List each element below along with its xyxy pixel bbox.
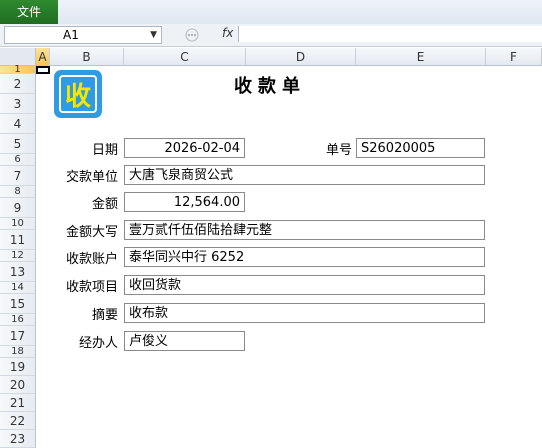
- date-field[interactable]: 2026-02-04: [124, 138, 245, 158]
- formula-input[interactable]: [238, 26, 542, 42]
- row-header-7[interactable]: 7: [0, 166, 36, 186]
- amount-label: 金额: [91, 197, 118, 212]
- form-title: 收款单: [234, 76, 306, 97]
- name-box-value: A1: [63, 28, 79, 42]
- row-header-4[interactable]: 4: [0, 114, 36, 134]
- active-cell-a1[interactable]: [36, 66, 50, 74]
- item-field[interactable]: 收回货款: [124, 275, 485, 295]
- row-header-5[interactable]: 5: [0, 134, 36, 154]
- row-header-9[interactable]: 9: [0, 198, 36, 218]
- insert-function-icon[interactable]: fx: [222, 26, 233, 40]
- row-header-19[interactable]: 19: [0, 358, 36, 376]
- row-header-20[interactable]: 20: [0, 376, 36, 394]
- amount-field[interactable]: 12,564.00: [124, 192, 245, 212]
- ribbon-bar: 文件: [0, 0, 542, 25]
- row-header-23[interactable]: 23: [0, 430, 36, 448]
- file-tab[interactable]: 文件: [0, 0, 58, 24]
- account-label: 收款账户: [65, 252, 118, 267]
- row-header-11[interactable]: 11: [0, 230, 36, 250]
- formula-bar: A1 ▼ fx: [0, 24, 542, 47]
- row-header-12[interactable]: 12: [0, 250, 36, 262]
- logo-char: 收: [64, 81, 91, 112]
- row-header-3[interactable]: 3: [0, 94, 36, 114]
- date-label: 日期: [91, 143, 118, 158]
- row-header-13[interactable]: 13: [0, 262, 36, 282]
- handler-label: 经办人: [78, 336, 118, 351]
- chevron-down-icon[interactable]: ▼: [150, 27, 157, 43]
- logo-frame: 收: [59, 75, 97, 113]
- summary-field[interactable]: 收布款: [124, 303, 485, 323]
- account-field[interactable]: 泰华同兴中行 6252: [124, 247, 485, 267]
- row-header-1[interactable]: 1: [0, 65, 36, 75]
- formula-bar-splitter[interactable]: [174, 28, 210, 42]
- column-header-f[interactable]: F: [486, 48, 542, 66]
- payer-label: 交款单位: [65, 170, 118, 185]
- amount-upper-label: 金额大写: [65, 225, 118, 240]
- row-header-10[interactable]: 10: [0, 218, 36, 230]
- number-label: 单号: [325, 143, 352, 158]
- row-header-18[interactable]: 18: [0, 346, 36, 358]
- payer-field[interactable]: 大唐飞泉商贸公式: [124, 165, 485, 185]
- row-header-16[interactable]: 16: [0, 314, 36, 326]
- receipt-logo: 收: [54, 70, 102, 118]
- summary-label: 摘要: [91, 308, 118, 323]
- row-header-2[interactable]: 2: [0, 74, 36, 94]
- item-label: 收款项目: [65, 280, 118, 295]
- row-header-22[interactable]: 22: [0, 412, 36, 430]
- column-header-c[interactable]: C: [124, 48, 246, 66]
- column-header-d[interactable]: D: [246, 48, 356, 66]
- row-header-6[interactable]: 6: [0, 154, 36, 166]
- row-header-17[interactable]: 17: [0, 326, 36, 346]
- amount-upper-field[interactable]: 壹万贰仟伍佰陆拾肆元整: [124, 220, 485, 240]
- row-header-15[interactable]: 15: [0, 294, 36, 314]
- row-header-8[interactable]: 8: [0, 186, 36, 198]
- column-header-b[interactable]: B: [50, 48, 124, 66]
- handler-field[interactable]: 卢俊义: [124, 331, 245, 351]
- number-field[interactable]: S26020005: [356, 138, 485, 158]
- row-header-14[interactable]: 14: [0, 282, 36, 294]
- column-header-a[interactable]: A: [36, 48, 50, 66]
- row-header-21[interactable]: 21: [0, 394, 36, 412]
- splitter-icon: [185, 28, 199, 42]
- column-header-e[interactable]: E: [356, 48, 486, 66]
- name-box[interactable]: A1 ▼: [4, 26, 162, 44]
